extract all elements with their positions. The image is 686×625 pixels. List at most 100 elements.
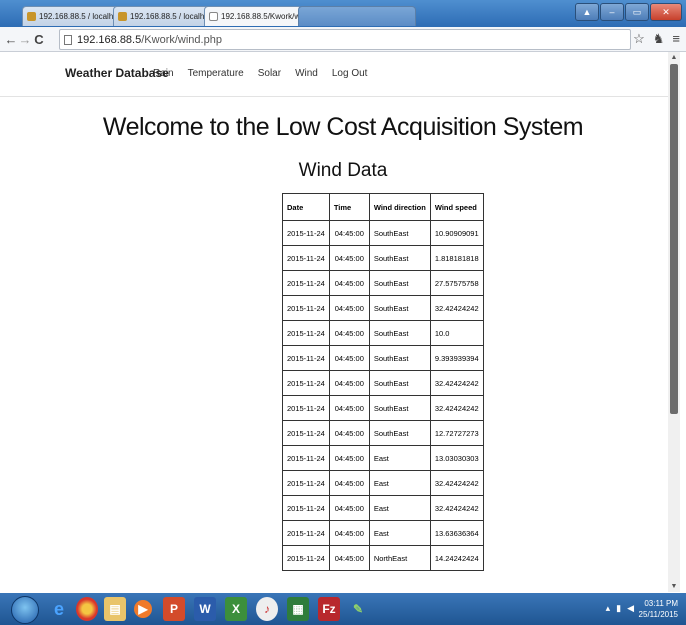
back-arrow-icon[interactable]: ← xyxy=(4,32,18,47)
site-navbar: Weather Database Rain Temperature Solar … xyxy=(0,52,668,97)
nav-link-solar[interactable]: Solar xyxy=(258,68,281,79)
phpmyadmin-icon xyxy=(118,12,127,21)
itunes-icon[interactable]: ♪ xyxy=(256,597,278,621)
cell-time: 04:45:00 xyxy=(328,370,370,396)
cell-date: 2015-11-24 xyxy=(282,420,330,446)
scroll-down-arrow-icon[interactable]: ▼ xyxy=(668,583,680,590)
media-player-icon[interactable]: ▶ xyxy=(134,600,152,618)
header-wind-speed: Wind speed xyxy=(429,193,484,221)
browser-title-bar: 192.168.88.5 / localhost / ✕ 192.168.88.… xyxy=(0,0,686,27)
address-bar[interactable]: 192.168.88.5/Kwork/wind.php xyxy=(59,29,631,50)
cell-wind-speed: 1.818181818 xyxy=(429,245,484,271)
cell-time: 04:45:00 xyxy=(328,295,370,321)
cell-date: 2015-11-24 xyxy=(282,220,330,246)
tab-localhost-2[interactable]: 192.168.88.5 / localhost / ✕ xyxy=(113,6,210,26)
cell-wind-direction: SouthEast xyxy=(368,345,431,371)
cell-wind-direction: East xyxy=(368,445,431,471)
cell-time: 04:45:00 xyxy=(328,445,370,471)
menu-icon[interactable]: ≡ xyxy=(672,31,680,47)
table-header-row: Date Time Wind direction Wind speed xyxy=(282,193,484,221)
cell-wind-speed: 10.0 xyxy=(429,320,484,346)
nav-link-rain[interactable]: Rain xyxy=(153,68,174,79)
cell-wind-direction: SouthEast xyxy=(368,395,431,421)
forward-arrow-icon[interactable]: → xyxy=(18,32,32,47)
nav-link-temperature[interactable]: Temperature xyxy=(188,68,244,79)
chrome-icon[interactable] xyxy=(76,597,98,621)
user-icon[interactable]: ▲ xyxy=(575,3,599,21)
scroll-up-arrow-icon[interactable]: ▲ xyxy=(668,54,680,61)
extension-icon[interactable]: ♞ xyxy=(653,31,665,47)
cell-wind-speed: 13.03030303 xyxy=(429,445,484,471)
cell-date: 2015-11-24 xyxy=(282,320,330,346)
header-wind-direction: Wind direction xyxy=(368,193,431,221)
cell-time: 04:45:00 xyxy=(328,420,370,446)
table-row: 2015-11-24 04:45:00 East 32.42424242 xyxy=(282,470,484,496)
cell-wind-direction: East xyxy=(368,470,431,496)
cell-wind-direction: East xyxy=(368,495,431,521)
cell-date: 2015-11-24 xyxy=(282,245,330,271)
reload-icon[interactable]: C xyxy=(32,32,46,47)
cell-wind-direction: SouthEast xyxy=(368,320,431,346)
table-row: 2015-11-24 04:45:00 SouthEast 32.42424242 xyxy=(282,395,484,421)
cell-wind-direction: SouthEast xyxy=(368,420,431,446)
address-path: /Kwork/wind.php xyxy=(141,33,222,46)
phpmyadmin-icon xyxy=(27,12,36,21)
browser-toolbar: ← → C 192.168.88.5/Kwork/wind.php ☆ ♞ ≡ xyxy=(0,27,686,52)
internet-explorer-icon[interactable]: e xyxy=(48,597,70,621)
tab-wind[interactable]: 192.168.88.5/Kwork/wind ✕ xyxy=(204,6,302,26)
cell-date: 2015-11-24 xyxy=(282,470,330,496)
cell-date: 2015-11-24 xyxy=(282,445,330,471)
cell-wind-direction: SouthEast xyxy=(368,245,431,271)
tab-localhost-1[interactable]: 192.168.88.5 / localhost / ✕ xyxy=(22,6,119,26)
page-title: Welcome to the Low Cost Acquisition Syst… xyxy=(102,113,584,141)
bookmark-star-icon[interactable]: ☆ xyxy=(633,31,645,47)
filezilla-icon[interactable]: Fz xyxy=(318,597,340,621)
cell-wind-direction: SouthEast xyxy=(368,270,431,296)
cell-time: 04:45:00 xyxy=(328,520,370,546)
cell-time: 04:45:00 xyxy=(328,495,370,521)
nav-links: Rain Temperature Solar Wind Log Out xyxy=(153,68,367,79)
minimize-button[interactable]: – xyxy=(600,3,624,21)
cell-wind-speed: 32.42424242 xyxy=(429,295,484,321)
cell-date: 2015-11-24 xyxy=(282,345,330,371)
cell-time: 04:45:00 xyxy=(328,245,370,271)
maximize-button[interactable]: ▭ xyxy=(625,3,649,21)
clock-time: 03:11 PM xyxy=(644,599,678,608)
cell-time: 04:45:00 xyxy=(328,270,370,296)
cell-time: 04:45:00 xyxy=(328,320,370,346)
cell-wind-direction: SouthEast xyxy=(368,295,431,321)
volume-icon[interactable]: ◀ xyxy=(627,603,634,614)
cell-wind-speed: 32.42424242 xyxy=(429,495,484,521)
cell-wind-speed: 32.42424242 xyxy=(429,370,484,396)
new-tab-button[interactable] xyxy=(298,6,416,26)
table-row: 2015-11-24 04:45:00 SouthEast 10.0 xyxy=(282,320,484,346)
windows-taskbar: e ▤ ▶ P W X ♪ ▦ Fz ✎ ▴ ▮ ◀ 03:11 PM 25/1… xyxy=(0,593,686,625)
cell-wind-direction: NorthEast xyxy=(368,545,431,571)
powerpoint-icon[interactable]: P xyxy=(163,597,185,621)
clock[interactable]: 03:11 PM 25/11/2015 xyxy=(639,598,678,620)
table-row: 2015-11-24 04:45:00 SouthEast 10.90909091 xyxy=(282,220,484,246)
file-explorer-icon[interactable]: ▤ xyxy=(104,597,126,621)
cell-wind-direction: SouthEast xyxy=(368,370,431,396)
nav-link-wind[interactable]: Wind xyxy=(295,68,318,79)
nav-link-logout[interactable]: Log Out xyxy=(332,68,368,79)
tab-label: 192.168.88.5 / localhost / xyxy=(39,12,118,21)
word-icon[interactable]: W xyxy=(194,597,216,621)
network-icon[interactable]: ▮ xyxy=(616,603,621,614)
cell-date: 2015-11-24 xyxy=(282,495,330,521)
table-row: 2015-11-24 04:45:00 SouthEast 32.42424242 xyxy=(282,295,484,321)
cell-wind-direction: SouthEast xyxy=(368,220,431,246)
calculator-icon[interactable]: ▦ xyxy=(287,597,309,621)
paint-icon[interactable]: ✎ xyxy=(347,597,369,621)
section-title: Wind Data xyxy=(298,160,388,181)
clock-date: 25/11/2015 xyxy=(638,610,678,619)
page-icon xyxy=(64,34,72,45)
header-date: Date xyxy=(282,193,330,221)
cell-wind-speed: 10.90909091 xyxy=(429,220,484,246)
header-time: Time xyxy=(328,193,370,221)
close-window-button[interactable]: ✕ xyxy=(650,3,682,21)
page-icon xyxy=(209,12,218,21)
excel-icon[interactable]: X xyxy=(225,597,247,621)
tray-arrow-icon[interactable]: ▴ xyxy=(606,603,611,614)
start-button[interactable] xyxy=(11,596,39,624)
